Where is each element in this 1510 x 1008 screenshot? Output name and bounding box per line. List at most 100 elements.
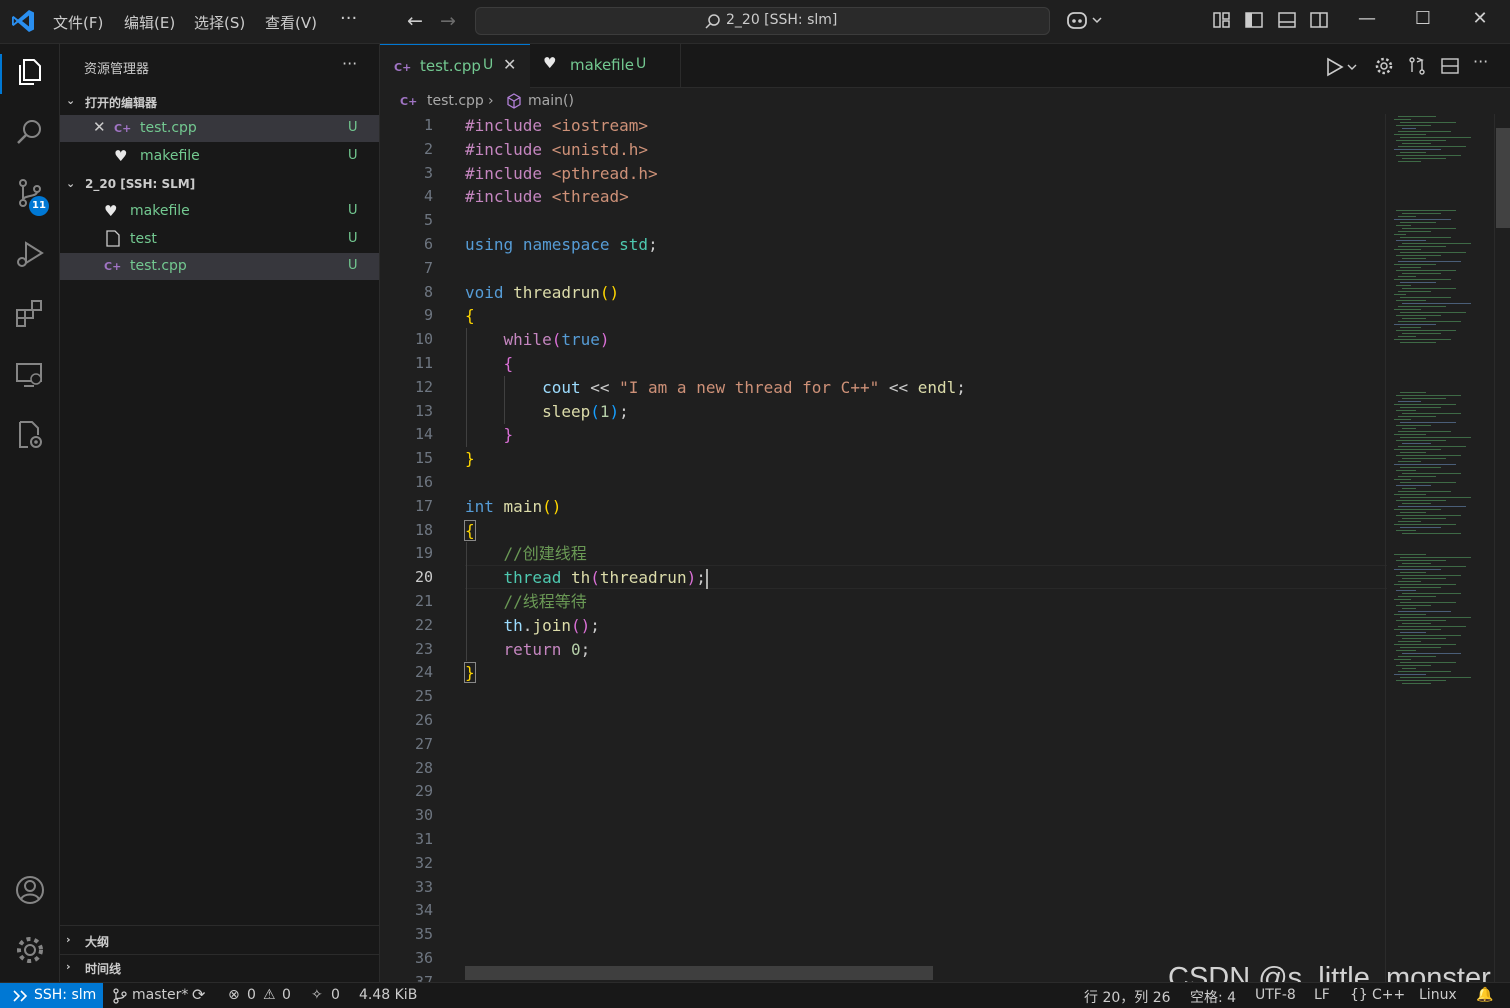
minimize-icon[interactable]: —	[1347, 8, 1387, 29]
menu-file[interactable]: 文件(F)	[53, 12, 103, 33]
sync-icon[interactable]: ⟳	[192, 985, 205, 1004]
close-window-icon[interactable]: ✕	[1460, 8, 1500, 29]
minimap-line	[1394, 419, 1411, 420]
extensions-icon[interactable]	[14, 298, 46, 330]
breadcrumb-symbol[interactable]: main()	[528, 93, 574, 109]
menu-more-button[interactable]: ···	[340, 8, 357, 29]
minimap-line	[1402, 398, 1446, 399]
back-arrow-icon[interactable]: ←	[407, 10, 423, 32]
code-line: int main()	[465, 496, 562, 516]
toggle-panel-icon[interactable]	[1277, 10, 1297, 30]
folder-header[interactable]: ⌄ 2_20 [SSH: SLM]	[60, 173, 380, 197]
indentation[interactable]: 空格: 4	[1190, 987, 1236, 1007]
menu-selection[interactable]: 选择(S)	[194, 12, 245, 33]
open-editor-name: test.cpp	[140, 120, 197, 136]
run-file-icon[interactable]	[1324, 56, 1358, 78]
copilot-icon[interactable]	[1066, 10, 1104, 32]
makefile-icon: ♥	[114, 147, 128, 165]
command-center-search[interactable]: 2_20 [SSH: slm]	[475, 7, 1050, 35]
toggle-primary-sidebar-icon[interactable]	[1244, 10, 1264, 30]
chevron-right-icon: ›	[66, 960, 71, 973]
editor-more-icon[interactable]: ···	[1473, 52, 1488, 71]
minimap-line	[1394, 309, 1421, 310]
sidebar-more-button[interactable]: ···	[342, 54, 357, 73]
encoding[interactable]: UTF-8	[1255, 987, 1296, 1003]
code-line: #include <pthread.h>	[465, 163, 658, 183]
minimap-line	[1402, 228, 1456, 229]
vscode-logo-icon	[12, 10, 34, 32]
code-editor[interactable]: 1 2 3 4 5 6 7 8 9 10 11 12 13 14 15 16 17 18 19 20 21 22 23 24 2…	[380, 114, 1510, 982]
ports-icon[interactable]: ✧	[311, 987, 323, 1003]
close-icon[interactable]: ✕	[93, 118, 106, 136]
toggle-secondary-sidebar-icon[interactable]	[1309, 10, 1329, 30]
minimap-line	[1398, 416, 1436, 417]
minimap-line	[1396, 470, 1416, 471]
remote-indicator[interactable]: SSH: slm	[0, 983, 103, 1008]
file-item[interactable]: C+ test.cpp U	[60, 253, 379, 280]
line-number: 29	[414, 782, 433, 801]
minimap-line	[1400, 557, 1471, 558]
customize-layout-icon[interactable]	[1212, 10, 1232, 30]
minimap-line	[1398, 446, 1466, 447]
breadcrumb-separator-icon: ›	[488, 93, 494, 109]
file-item[interactable]: ♥ makefile U	[60, 198, 379, 225]
line-number: 36	[414, 949, 433, 967]
accounts-icon[interactable]	[14, 874, 46, 906]
minimap-line	[1394, 479, 1411, 480]
code-line: {	[503, 354, 514, 373]
explorer-icon[interactable]	[14, 56, 46, 88]
untracked-status: U	[348, 231, 358, 246]
scrollbar-thumb[interactable]	[1496, 128, 1510, 228]
tab-makefile[interactable]: ♥ makefile U	[531, 44, 681, 88]
vertical-scrollbar[interactable]	[1494, 114, 1510, 982]
warning-count[interactable]: 0	[282, 987, 291, 1003]
settings-gear-icon[interactable]	[1374, 56, 1394, 76]
code-line: #include <iostream>	[465, 116, 649, 135]
cursor-position[interactable]: 行 20，列 26	[1084, 987, 1171, 1007]
search-view-icon[interactable]	[14, 116, 46, 148]
line-number: 28	[414, 758, 433, 777]
open-editor-item[interactable]: ♥ makefile U	[60, 143, 379, 170]
horizontal-scrollbar[interactable]	[465, 966, 933, 980]
file-item[interactable]: test U	[60, 226, 379, 253]
error-icon[interactable]: ⊗	[228, 987, 240, 1003]
minimap-line	[1402, 443, 1431, 444]
branch-label[interactable]: master*	[132, 987, 188, 1003]
open-editor-item[interactable]: ✕ C+ test.cpp U	[60, 115, 379, 142]
outline-header[interactable]: › 大纲	[60, 929, 380, 953]
split-editor-icon[interactable]	[1440, 56, 1460, 76]
notifications-bell-icon[interactable]: 🔔	[1476, 987, 1493, 1003]
menu-edit[interactable]: 编辑(E)	[124, 12, 175, 33]
tab-close-icon[interactable]: ✕	[503, 55, 516, 74]
tab-test-cpp[interactable]: C+ test.cpp U ✕	[380, 44, 530, 88]
breadcrumb-file[interactable]: test.cpp	[427, 93, 484, 109]
ports-count[interactable]: 0	[331, 987, 340, 1003]
line-number: 11	[414, 354, 433, 372]
minimap-line	[1398, 581, 1421, 582]
line-ending[interactable]: LF	[1314, 987, 1330, 1003]
maximize-icon[interactable]: ☐	[1403, 8, 1443, 29]
language-mode[interactable]: C++	[1372, 987, 1405, 1003]
minimap-line	[1394, 599, 1411, 600]
minimap-line	[1398, 216, 1416, 217]
minimap-line	[1398, 276, 1416, 277]
compare-changes-icon[interactable]	[1407, 56, 1427, 76]
menu-view[interactable]: 查看(V)	[265, 12, 317, 33]
error-count[interactable]: 0	[247, 987, 256, 1003]
manage-gear-icon[interactable]	[14, 934, 46, 966]
minimap-line	[1396, 560, 1446, 561]
remote-explorer-icon[interactable]	[14, 359, 46, 391]
timeline-header[interactable]: › 时间线	[60, 956, 380, 980]
minimap[interactable]	[1385, 114, 1495, 982]
run-debug-icon[interactable]	[14, 238, 46, 270]
cmake-tools-icon[interactable]	[14, 419, 46, 451]
platform[interactable]: Linux	[1419, 987, 1457, 1003]
warning-icon[interactable]: ⚠	[263, 987, 276, 1003]
line-number: 3	[423, 163, 433, 182]
minimap-line	[1394, 644, 1456, 645]
open-editors-header[interactable]: ⌄ 打开的编辑器	[60, 90, 380, 114]
untracked-status: U	[348, 120, 358, 135]
timeline-label: 时间线	[85, 962, 122, 976]
forward-arrow-icon[interactable]: →	[440, 10, 456, 32]
line-number: 18	[414, 520, 433, 539]
